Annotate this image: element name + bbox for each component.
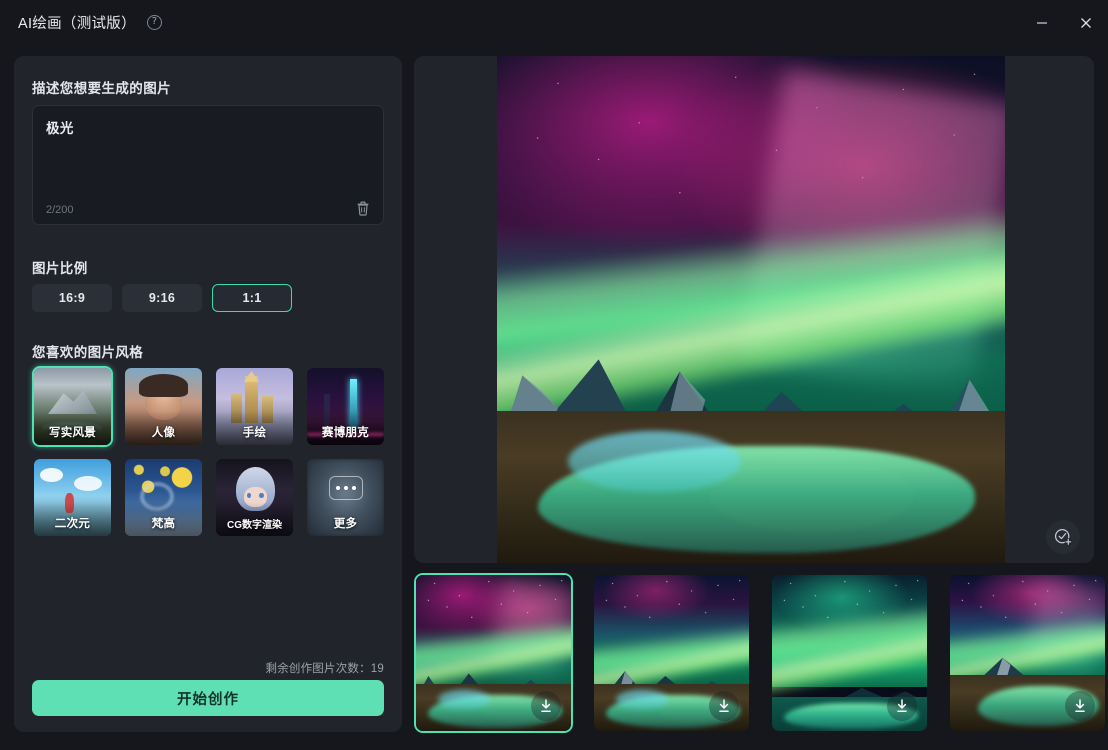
style-option-hand-drawn[interactable]: 手绘 xyxy=(214,366,295,447)
result-thumbnail-strip xyxy=(414,573,1108,736)
download-icon xyxy=(719,699,729,712)
ratio-option-9-16[interactable]: 9:16 xyxy=(122,284,202,312)
style-option-cyberpunk[interactable]: 赛博朋克 xyxy=(305,366,386,447)
thumbnail-item[interactable] xyxy=(414,573,573,733)
style-option-label: 人像 xyxy=(151,427,176,439)
style-option-portrait[interactable]: 人像 xyxy=(123,366,204,447)
ratio-label: 图片比例 xyxy=(32,261,88,276)
style-option-realistic-landscape[interactable]: 写实风景 xyxy=(32,366,113,447)
settings-panel: 描述您想要生成的图片 极光 2/200 图片比例 16:9 9:16 1:1 您… xyxy=(14,56,402,732)
style-options: 写实风景 人像 手绘 赛博朋克 二次元 梵高 CG数字渲染 更多 xyxy=(32,366,386,538)
ratio-option-1-1[interactable]: 1:1 xyxy=(212,284,292,312)
thumbnail-item[interactable] xyxy=(592,573,751,733)
prompt-input[interactable]: 极光 2/200 xyxy=(32,105,384,225)
window-title: AI绘画（测试版） xyxy=(18,16,136,32)
ai-drawing-window: AI绘画（测试版） ? 描述您想要生成的图片 极光 2/200 图片比例 16:… xyxy=(0,0,1108,750)
minimize-button[interactable] xyxy=(1020,0,1064,45)
style-option-label: 更多 xyxy=(333,518,358,530)
thumbnail-item[interactable] xyxy=(770,573,929,733)
style-option-more[interactable]: 更多 xyxy=(305,457,386,538)
prompt-value: 极光 xyxy=(46,121,74,136)
style-option-label: 写实风景 xyxy=(48,427,97,439)
prompt-char-counter: 2/200 xyxy=(46,204,74,216)
close-button[interactable] xyxy=(1064,0,1108,45)
add-to-collection-button[interactable] xyxy=(1046,520,1080,554)
trash-icon xyxy=(357,201,369,216)
style-option-label: CG数字渲染 xyxy=(227,520,282,531)
style-option-van-gogh[interactable]: 梵高 xyxy=(123,457,204,538)
download-button[interactable] xyxy=(531,691,561,721)
ratio-options: 16:9 9:16 1:1 xyxy=(32,284,292,312)
download-button[interactable] xyxy=(1065,691,1095,721)
preview-panel xyxy=(414,56,1094,563)
clear-prompt-button[interactable] xyxy=(354,199,372,217)
check-circle-plus-icon xyxy=(1054,528,1072,545)
download-button[interactable] xyxy=(709,691,739,721)
style-option-cg-render[interactable]: CG数字渲染 xyxy=(214,457,295,538)
download-icon xyxy=(897,699,907,712)
minimize-icon xyxy=(1037,21,1047,24)
remaining-count: 剩余创作图片次数：19 xyxy=(265,663,384,675)
aurora-artwork xyxy=(497,56,1005,563)
prompt-label: 描述您想要生成的图片 xyxy=(32,81,171,96)
style-option-label: 赛博朋克 xyxy=(321,427,370,439)
reflective-pool xyxy=(568,431,741,493)
close-icon xyxy=(1081,17,1091,28)
preview-image[interactable] xyxy=(497,56,1005,563)
style-option-label: 手绘 xyxy=(242,427,267,439)
style-option-label: 梵高 xyxy=(151,518,176,530)
style-label: 您喜欢的图片风格 xyxy=(32,345,144,360)
download-icon xyxy=(541,699,551,712)
style-option-label: 二次元 xyxy=(54,518,91,530)
more-dots-icon xyxy=(328,476,363,501)
download-icon xyxy=(1075,699,1085,712)
download-button[interactable] xyxy=(887,691,917,721)
start-creation-button[interactable]: 开始创作 xyxy=(32,680,384,716)
thumbnail-item[interactable] xyxy=(948,573,1107,733)
help-icon[interactable]: ? xyxy=(146,15,162,30)
title-bar: AI绘画（测试版） ? xyxy=(0,0,1108,45)
window-controls xyxy=(1020,0,1108,45)
ratio-option-16-9[interactable]: 16:9 xyxy=(32,284,112,312)
style-option-anime[interactable]: 二次元 xyxy=(32,457,113,538)
